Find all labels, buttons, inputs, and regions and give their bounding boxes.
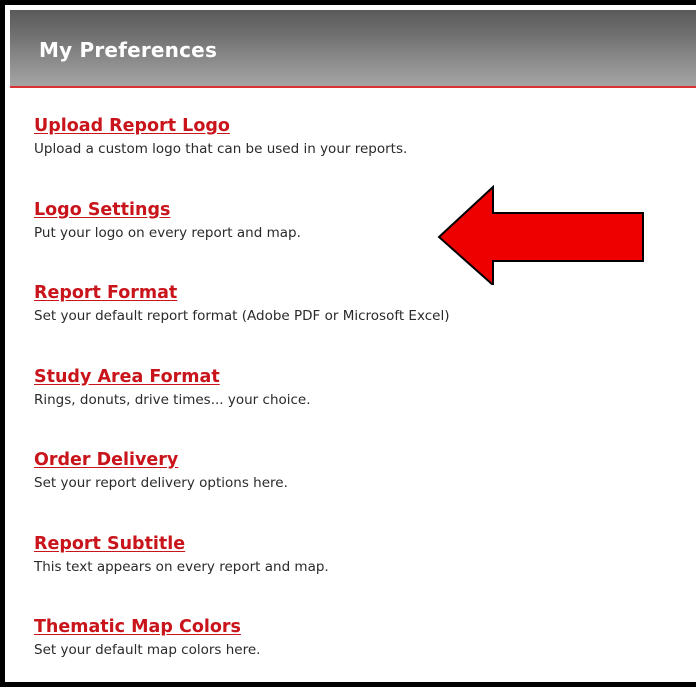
thematic-map-colors-link[interactable]: Thematic Map Colors	[34, 616, 241, 638]
list-item: Report Subtitle This text appears on eve…	[34, 533, 676, 617]
logo-settings-link[interactable]: Logo Settings	[34, 199, 170, 221]
report-subtitle-link[interactable]: Report Subtitle	[34, 533, 185, 555]
report-format-link[interactable]: Report Format	[34, 282, 177, 304]
item-description: Set your default map colors here.	[34, 642, 261, 658]
left-arrow-icon	[437, 185, 644, 285]
item-description: Rings, donuts, drive times... your choic…	[34, 391, 311, 408]
upload-report-logo-link[interactable]: Upload Report Logo	[34, 115, 230, 137]
study-area-format-link[interactable]: Study Area Format	[34, 366, 220, 388]
panel-header: My Preferences	[10, 10, 696, 88]
item-description: Set your default report format (Adobe PD…	[34, 308, 450, 324]
item-description: Set your report delivery options here.	[34, 475, 288, 491]
list-item: Order Delivery Set your report delivery …	[34, 449, 676, 533]
list-item: Study Area Format Rings, donuts, drive t…	[34, 366, 676, 450]
item-description: This text appears on every report and ma…	[34, 558, 329, 575]
list-item: Report Format Set your default report fo…	[34, 282, 676, 366]
order-delivery-link[interactable]: Order Delivery	[34, 449, 178, 471]
page-title: My Preferences	[39, 38, 218, 62]
item-description: Upload a custom logo that can be used in…	[34, 141, 408, 157]
preferences-panel: My Preferences Upload Report Logo Upload…	[0, 0, 696, 687]
